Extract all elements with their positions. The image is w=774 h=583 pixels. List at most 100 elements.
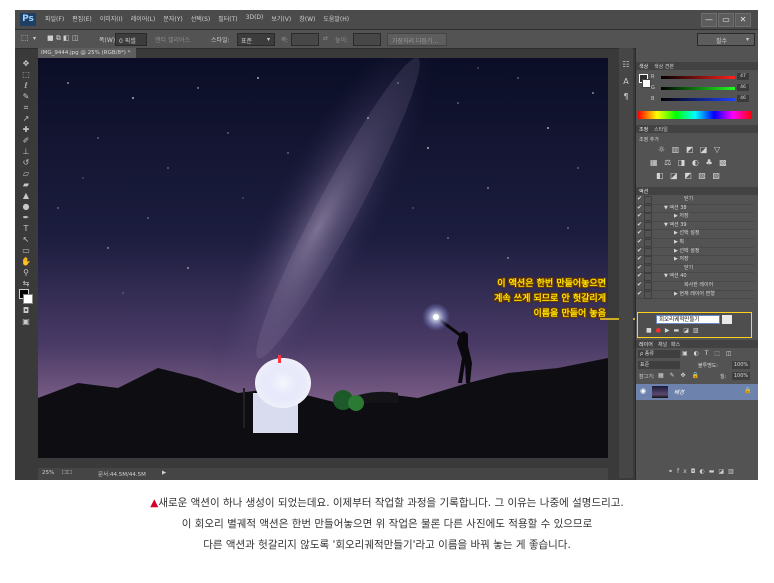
group-icon[interactable]: ▬ — [709, 468, 719, 475]
action-name-input[interactable]: 회오리궤적만들기 — [656, 315, 720, 324]
fx-icon[interactable]: fx — [677, 468, 691, 475]
blur-tool-icon[interactable]: ▲ — [17, 190, 35, 201]
marquee-tool-icon[interactable]: ⬚ — [17, 69, 35, 80]
quick-select-tool-icon[interactable]: ✎ — [17, 91, 35, 102]
tab-color[interactable]: 색상 — [639, 63, 648, 70]
eye-icon[interactable]: ◉ — [640, 387, 646, 395]
toggle-check-icon[interactable]: ✔ — [637, 290, 642, 298]
delete-icon[interactable]: ▥ — [693, 327, 703, 334]
menu-select[interactable]: 선택(S) — [187, 14, 215, 23]
height-field[interactable] — [353, 33, 381, 46]
adjustment-layer-icon[interactable]: ◐ — [699, 468, 708, 475]
slider-r[interactable]: R 47 — [651, 73, 751, 81]
toggle-check-icon[interactable]: ✔ — [637, 272, 642, 280]
lock-icons[interactable]: ▦ ✎ ✥ 🔒 — [658, 372, 701, 379]
width-field[interactable] — [291, 33, 319, 46]
layer-filter-icons[interactable]: ▣ ◐ T ⬚ ◫ — [682, 350, 734, 357]
crop-tool-icon[interactable]: ⌗ — [17, 102, 35, 113]
color-swatches[interactable] — [17, 289, 35, 305]
fill-input[interactable]: 100% — [732, 372, 750, 380]
stop-icon[interactable]: ■ — [646, 327, 656, 334]
refine-edge-button[interactable]: 가장자리 다듬기... — [387, 33, 447, 46]
background-color-swatch[interactable] — [642, 79, 651, 88]
slider-value[interactable]: 46 — [737, 95, 749, 102]
tab-swatches[interactable]: 색상 견본 — [654, 63, 674, 70]
menu-3d[interactable]: 3D(D) — [242, 14, 268, 23]
healing-brush-tool-icon[interactable]: ✚ — [17, 124, 35, 135]
feather-input[interactable]: 0 픽셀 — [115, 33, 147, 46]
pen-tool-icon[interactable]: ✒ — [17, 212, 35, 223]
menu-layer[interactable]: 레이어(L) — [127, 14, 160, 23]
screen-mode-icon[interactable]: ▣ — [17, 316, 35, 327]
tab-actions[interactable]: 액션 — [639, 188, 648, 195]
toggle-check-icon[interactable]: ✔ — [637, 247, 642, 255]
slider-value[interactable]: 46 — [737, 84, 749, 91]
menu-edit[interactable]: 편집(E) — [68, 14, 96, 23]
eyedropper-tool-icon[interactable]: ↗ — [17, 113, 35, 124]
background-color-swatch[interactable] — [23, 294, 33, 304]
color-spectrum[interactable] — [638, 111, 752, 119]
clone-stamp-tool-icon[interactable]: ⊥ — [17, 146, 35, 157]
toggle-check-icon[interactable]: ✔ — [637, 212, 642, 220]
play-icon[interactable]: ▶ — [665, 327, 674, 334]
selection-mode-icons[interactable]: ■ ⧉ ◧ ◫ — [47, 34, 79, 43]
action-row[interactable]: ✔ ▶ 현재 레이어 변형 — [636, 290, 754, 300]
new-layer-icon[interactable]: ◪ — [718, 468, 728, 475]
menu-filter[interactable]: 필터(T) — [214, 14, 241, 23]
brush-tool-icon[interactable]: ✐ — [17, 135, 35, 146]
paragraph-icon[interactable]: ¶ — [619, 92, 633, 101]
tool-preset-picker[interactable]: ▾ — [33, 35, 36, 42]
toggle-check-icon[interactable]: ✔ — [637, 238, 642, 246]
menu-view[interactable]: 보기(V) — [267, 14, 295, 23]
document-canvas[interactable] — [38, 58, 608, 458]
slider-track[interactable] — [661, 87, 735, 90]
menu-help[interactable]: 도움말(H) — [319, 14, 353, 23]
history-brush-tool-icon[interactable]: ↺ — [17, 157, 35, 168]
move-tool-icon[interactable]: ✥ — [17, 58, 35, 69]
layer-row-background[interactable]: ◉ 배경 🔒 — [636, 384, 758, 400]
new-set-icon[interactable]: ▬ — [674, 327, 684, 334]
adjustment-icons-row-2[interactable]: ▦ ⚖ ◨ ◐ ♣ ▩ — [650, 158, 729, 167]
toggle-check-icon[interactable] — [640, 315, 646, 321]
record-icon[interactable]: ● — [656, 327, 665, 334]
maximize-button[interactable]: ▭ — [718, 13, 734, 27]
history-icon[interactable]: ☷ — [619, 60, 633, 69]
toggle-check-icon[interactable]: ✔ — [637, 221, 642, 229]
blend-mode-select[interactable]: 표준 — [638, 361, 680, 369]
style-select[interactable]: 표준 ▾ — [237, 33, 275, 46]
toggle-check-icon[interactable]: ✔ — [637, 195, 642, 203]
tab-channels[interactable]: 채널 — [658, 341, 667, 348]
trash-icon[interactable]: ▥ — [728, 468, 738, 475]
eraser-tool-icon[interactable]: ▱ — [17, 168, 35, 179]
tab-paths[interactable]: 패스 — [671, 341, 680, 348]
tab-layers[interactable]: 레이어 — [639, 341, 653, 348]
lasso-tool-icon[interactable]: ℓ — [17, 80, 35, 91]
tab-adjustments[interactable]: 조정 — [639, 126, 648, 133]
quick-mask-icon[interactable]: ◘ — [17, 305, 35, 316]
menu-window[interactable]: 창(W) — [295, 14, 319, 23]
slider-track[interactable] — [661, 76, 735, 79]
toggle-check-icon[interactable]: ✔ — [637, 229, 642, 237]
slider-track[interactable] — [661, 98, 735, 101]
zoom-level[interactable]: 25% — [42, 470, 54, 476]
toggle-check-icon[interactable]: ✔ — [637, 255, 642, 263]
layer-name[interactable]: 배경 — [674, 388, 684, 396]
toggle-check-icon[interactable]: ✔ — [637, 204, 642, 212]
link-icon[interactable]: ⚭ — [668, 468, 677, 475]
toggle-check-icon[interactable]: ✔ — [637, 281, 642, 289]
new-action-icon[interactable]: ◪ — [683, 327, 693, 334]
adjustment-icons-row-1[interactable]: ☼ ▥ ◩ ◪ ▽ — [658, 145, 722, 154]
slider-g[interactable]: G 46 — [651, 84, 751, 92]
minimize-button[interactable]: — — [701, 13, 717, 27]
menu-file[interactable]: 파일(F) — [41, 14, 68, 23]
workspace-select[interactable]: 필수 ▾ — [697, 33, 755, 46]
document-tab[interactable]: IMG_9444.jpg @ 25% (RGB/8*) * — [38, 48, 136, 58]
slider-value[interactable]: 47 — [737, 73, 749, 80]
path-select-tool-icon[interactable]: ↖ — [17, 234, 35, 245]
tab-styles[interactable]: 스타일 — [654, 126, 668, 133]
menu-type[interactable]: 문자(Y) — [159, 14, 186, 23]
adjustment-icons-row-3[interactable]: ◧ ◪ ◩ ▧ ▨ — [656, 171, 722, 180]
opacity-input[interactable]: 100% — [732, 361, 750, 369]
gradient-tool-icon[interactable]: ▰ — [17, 179, 35, 190]
antialias-checkbox[interactable]: 앤티 앨리어스 — [155, 35, 190, 44]
